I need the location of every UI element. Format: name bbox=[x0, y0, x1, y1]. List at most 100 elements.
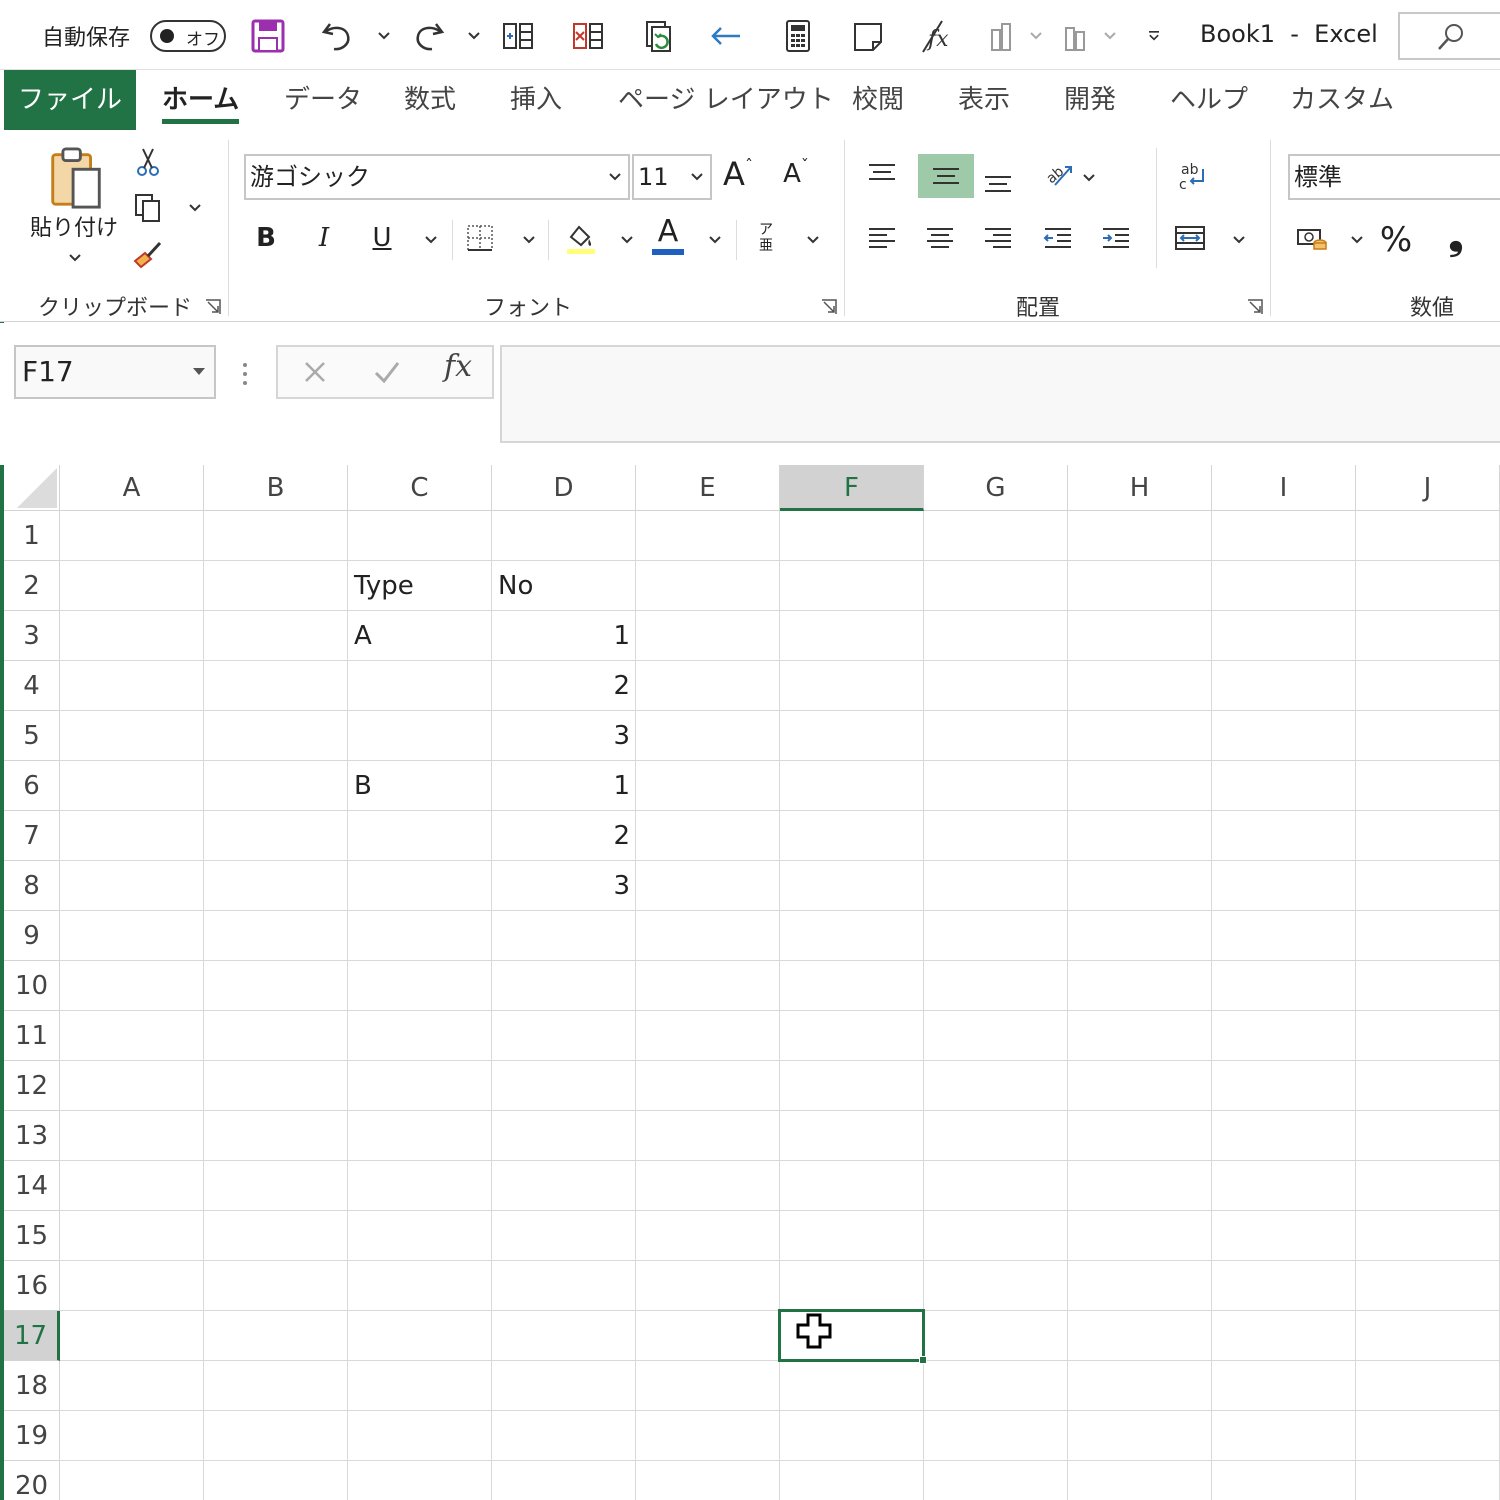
merge-center-button[interactable] bbox=[1168, 216, 1212, 260]
wrap-text-button[interactable]: ab c bbox=[1170, 154, 1214, 198]
clear-formula-button[interactable]: fx bbox=[918, 16, 958, 56]
fill-color-dropdown[interactable] bbox=[618, 230, 636, 250]
chart2-button[interactable] bbox=[1056, 16, 1096, 56]
undo-button[interactable] bbox=[318, 16, 358, 56]
tab-insert[interactable]: 挿入 bbox=[510, 70, 562, 130]
autosave-toggle[interactable]: オフ bbox=[150, 20, 226, 52]
cell-d2[interactable]: No bbox=[492, 561, 636, 611]
note-button[interactable] bbox=[848, 16, 888, 56]
cell-area[interactable]: Type No A 1 2 3 B 1 2 3 bbox=[60, 511, 1500, 1500]
alignment-launcher[interactable] bbox=[1246, 298, 1264, 316]
column-header-a[interactable]: A bbox=[60, 465, 204, 511]
save-button[interactable] bbox=[248, 16, 288, 56]
tab-custom[interactable]: カスタム bbox=[1290, 70, 1394, 130]
search-box[interactable] bbox=[1398, 12, 1500, 60]
row-header-15[interactable]: 15 bbox=[4, 1211, 60, 1261]
more-options-icon[interactable] bbox=[240, 361, 250, 387]
customize-toolbar-dropdown[interactable] bbox=[1144, 24, 1164, 48]
font-color-dropdown[interactable] bbox=[706, 230, 724, 250]
redo-dropdown[interactable] bbox=[464, 24, 484, 48]
row-header-9[interactable]: 9 bbox=[4, 911, 60, 961]
tab-view[interactable]: 表示 bbox=[958, 70, 1010, 130]
tab-home[interactable]: ホーム bbox=[162, 70, 240, 130]
cell-d6[interactable]: 1 bbox=[492, 761, 636, 811]
row-header-12[interactable]: 12 bbox=[4, 1061, 60, 1111]
accounting-dropdown[interactable] bbox=[1348, 230, 1366, 250]
font-size-select[interactable]: 11 bbox=[632, 154, 712, 200]
font-launcher[interactable] bbox=[820, 298, 838, 316]
italic-button[interactable]: I bbox=[304, 216, 344, 260]
undo-dropdown[interactable] bbox=[374, 24, 394, 48]
tab-file[interactable]: ファイル bbox=[4, 70, 136, 130]
chart-button[interactable] bbox=[982, 16, 1022, 56]
column-header-g[interactable]: G bbox=[924, 465, 1068, 511]
tab-formulas[interactable]: 数式 bbox=[404, 70, 456, 130]
fill-color-button[interactable] bbox=[558, 216, 602, 260]
copy-button[interactable] bbox=[126, 186, 170, 230]
column-header-e[interactable]: E bbox=[636, 465, 780, 511]
row-header-17[interactable]: 17 bbox=[4, 1311, 60, 1361]
format-painter-button[interactable] bbox=[126, 232, 170, 276]
chart-dropdown[interactable] bbox=[1026, 24, 1046, 48]
tab-page-layout[interactable]: ページ レイアウト bbox=[618, 70, 834, 130]
font-color-button[interactable]: A bbox=[648, 212, 688, 256]
cell-c2[interactable]: Type bbox=[348, 561, 492, 611]
column-header-d[interactable]: D bbox=[492, 465, 636, 511]
number-format-select[interactable]: 標準 bbox=[1288, 154, 1500, 200]
tab-developer[interactable]: 開発 bbox=[1064, 70, 1116, 130]
cell-d3[interactable]: 1 bbox=[492, 611, 636, 661]
name-box[interactable]: F17 bbox=[14, 345, 216, 399]
tab-help[interactable]: ヘルプ bbox=[1170, 70, 1248, 130]
row-header-18[interactable]: 18 bbox=[4, 1361, 60, 1411]
row-header-13[interactable]: 13 bbox=[4, 1111, 60, 1161]
row-header-19[interactable]: 19 bbox=[4, 1411, 60, 1461]
insert-function-button[interactable]: fx bbox=[444, 349, 472, 384]
row-header-5[interactable]: 5 bbox=[4, 711, 60, 761]
formula-input[interactable] bbox=[500, 345, 1500, 443]
cancel-icon[interactable] bbox=[298, 355, 332, 389]
select-all-button[interactable] bbox=[4, 465, 60, 511]
align-right-button[interactable] bbox=[976, 216, 1020, 260]
delete-column-button[interactable] bbox=[568, 16, 608, 56]
shrink-font-button[interactable]: Aˇ bbox=[776, 152, 816, 196]
row-header-6[interactable]: 6 bbox=[4, 761, 60, 811]
paste-dropdown[interactable] bbox=[66, 248, 84, 268]
row-header-7[interactable]: 7 bbox=[4, 811, 60, 861]
grow-font-button[interactable]: Aˆ bbox=[718, 152, 758, 196]
refresh-button[interactable] bbox=[640, 16, 680, 56]
paste-button[interactable] bbox=[44, 146, 108, 210]
row-header-16[interactable]: 16 bbox=[4, 1261, 60, 1311]
fill-handle[interactable] bbox=[919, 1356, 927, 1364]
row-header-4[interactable]: 4 bbox=[4, 661, 60, 711]
row-header-20[interactable]: 20 bbox=[4, 1461, 60, 1500]
column-header-h[interactable]: H bbox=[1068, 465, 1212, 511]
align-bottom-button[interactable] bbox=[976, 156, 1020, 200]
borders-button[interactable] bbox=[458, 216, 502, 260]
cell-c3[interactable]: A bbox=[348, 611, 492, 661]
row-header-3[interactable]: 3 bbox=[4, 611, 60, 661]
align-left-button[interactable] bbox=[860, 216, 904, 260]
bold-button[interactable]: B bbox=[246, 216, 286, 260]
align-top-button[interactable] bbox=[860, 154, 904, 198]
row-header-14[interactable]: 14 bbox=[4, 1161, 60, 1211]
row-header-2[interactable]: 2 bbox=[4, 561, 60, 611]
furigana-button[interactable]: ア 亜 bbox=[746, 216, 786, 260]
column-header-b[interactable]: B bbox=[204, 465, 348, 511]
orientation-button[interactable]: ab bbox=[1036, 152, 1080, 196]
borders-dropdown[interactable] bbox=[520, 230, 538, 250]
column-header-i[interactable]: I bbox=[1212, 465, 1356, 511]
font-name-select[interactable]: 游ゴシック bbox=[244, 154, 630, 200]
merge-dropdown[interactable] bbox=[1230, 230, 1248, 250]
cell-d8[interactable]: 3 bbox=[492, 861, 636, 911]
row-header-8[interactable]: 8 bbox=[4, 861, 60, 911]
cell-c6[interactable]: B bbox=[348, 761, 492, 811]
increase-indent-button[interactable] bbox=[1094, 216, 1138, 260]
tab-data[interactable]: データ bbox=[284, 70, 362, 130]
column-header-f[interactable]: F bbox=[780, 465, 924, 511]
calculator-button[interactable] bbox=[778, 16, 818, 56]
back-arrow-button[interactable] bbox=[706, 16, 746, 56]
column-header-c[interactable]: C bbox=[348, 465, 492, 511]
cut-button[interactable] bbox=[126, 140, 170, 184]
cell-d5[interactable]: 3 bbox=[492, 711, 636, 761]
row-header-1[interactable]: 1 bbox=[4, 511, 60, 561]
